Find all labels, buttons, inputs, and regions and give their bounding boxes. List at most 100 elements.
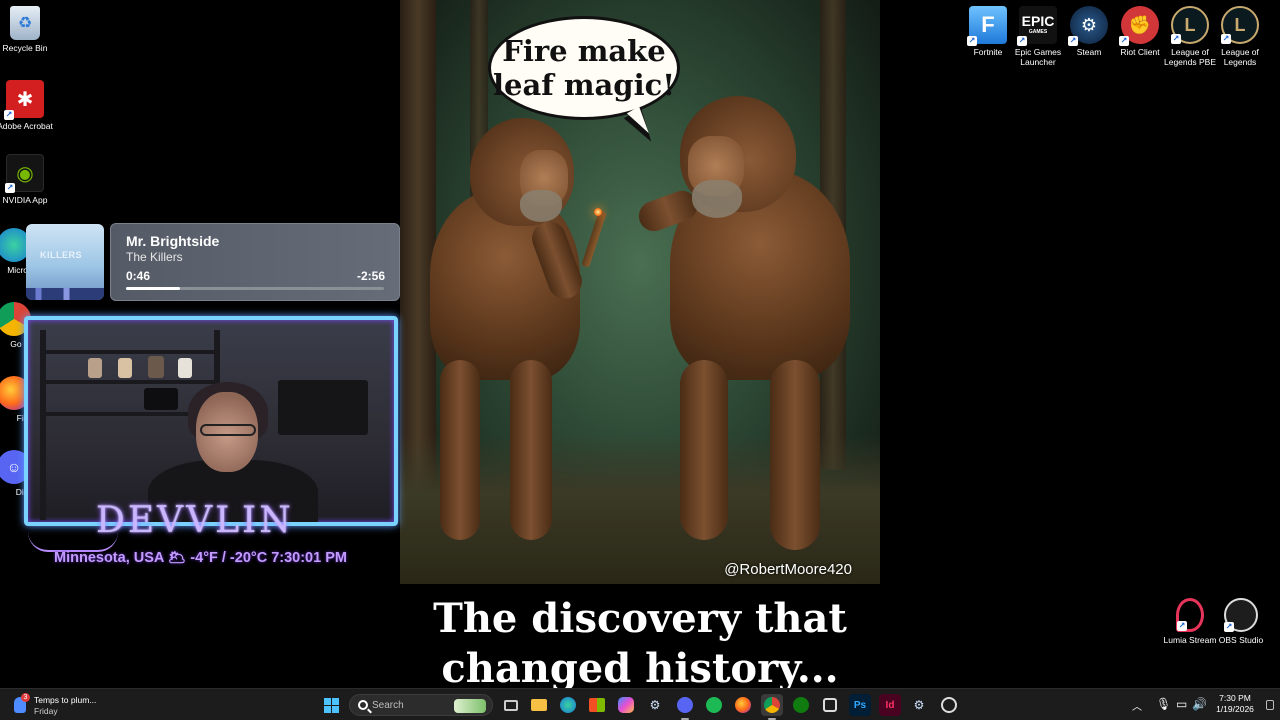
store-button[interactable]: [586, 694, 608, 716]
desktop-icon-nvidia-app[interactable]: ◉ ↗ NVIDIA App: [0, 154, 53, 205]
clock-time: 7:30 PM: [1219, 693, 1251, 703]
meme-caption: The discovery that changed history...: [400, 594, 880, 694]
caption-line1: The discovery that: [433, 595, 847, 642]
folder-icon: [531, 699, 547, 711]
desktop-icon-fortnite[interactable]: F ↗ Fortnite: [960, 6, 1016, 57]
monitor: [278, 380, 368, 435]
copilot-button[interactable]: [615, 694, 637, 716]
figure: [178, 358, 192, 378]
notification-widget[interactable]: 3 Temps to plum... Friday: [12, 693, 122, 717]
shelf-post: [40, 330, 46, 520]
firefox-icon: [735, 697, 751, 713]
epic-games-icon: EPIC GAMES ↗: [1017, 6, 1057, 46]
snipping-tool-button[interactable]: [819, 694, 841, 716]
snipping-tool-icon: [823, 698, 837, 712]
adobe-acrobat-icon: ✱ ↗: [4, 80, 44, 120]
store-icon: [589, 698, 605, 712]
track-artist: The Killers: [126, 250, 183, 264]
discord-icon: [677, 697, 693, 713]
chatgpt-icon: [941, 697, 957, 713]
glasses: [200, 424, 256, 436]
figure: [148, 356, 164, 378]
desktop-icon-epic-games[interactable]: EPIC GAMES ↗ Epic Games Launcher: [1010, 6, 1066, 67]
meme-image: Fire make leaf magic! @RobertMoore420: [400, 0, 880, 584]
edge-icon: [560, 697, 576, 713]
caption-line2: changed history...: [441, 645, 839, 692]
steam-taskbar-button[interactable]: ⚙: [644, 694, 666, 716]
streamer-name: DEVVLIN: [96, 500, 294, 541]
now-playing-widget[interactable]: KILLERS Mr. Brightside The Killers 0:46 …: [24, 222, 400, 302]
xbox-button[interactable]: [790, 694, 812, 716]
chrome-taskbar-button[interactable]: [761, 694, 783, 720]
task-view-button[interactable]: [500, 694, 522, 716]
monitor-speaker: [144, 388, 178, 410]
league-icon: L ↗: [1221, 6, 1259, 44]
riot-client-icon: ✊ ↗: [1119, 6, 1159, 46]
firefox-taskbar-button[interactable]: [732, 694, 754, 716]
indesign-icon: Id: [885, 699, 895, 711]
volume-icon[interactable]: 🔊: [1192, 697, 1207, 711]
speech-text-line2: leaf magic!: [493, 68, 675, 102]
windows-start-icon: [323, 697, 339, 713]
now-playing-panel: Mr. Brightside The Killers 0:46 -2:56: [110, 223, 400, 301]
indesign-button[interactable]: Id: [879, 694, 901, 716]
fortnite-icon: F ↗: [967, 6, 1007, 46]
steam-icon: ⚙: [649, 698, 661, 712]
steam-icon: ⚙: [913, 698, 925, 712]
speech-bubble: Fire make leaf magic!: [488, 16, 680, 148]
task-view-icon: [504, 699, 518, 711]
network-icon[interactable]: ▭: [1176, 697, 1187, 711]
track-progress-fill: [126, 287, 181, 290]
nvidia-icon: ◉ ↗: [5, 154, 44, 193]
desktop-icon-riot-client[interactable]: ✊ ↗ Riot Client: [1112, 6, 1168, 57]
desktop-icon-lumia-stream[interactable]: ↗ Lumia Stream: [1162, 598, 1218, 645]
notification-title: Temps to plum...: [34, 695, 97, 705]
search-icon: [358, 700, 368, 710]
notification-badge: 3: [21, 693, 30, 702]
desktop-icon-recycle-bin[interactable]: ♻ Recycle Bin: [0, 6, 53, 53]
recycle-bin-icon: ♻: [10, 6, 40, 40]
webcam-feed: [24, 316, 398, 526]
desktop-icon-obs-studio[interactable]: ↗ OBS Studio: [1213, 598, 1269, 645]
remaining-time: -2:56: [356, 269, 385, 283]
album-art: KILLERS: [26, 224, 104, 300]
chrome-icon: [764, 697, 780, 713]
search-highlight-art: [454, 699, 486, 713]
system-clock[interactable]: 7:30 PM 1/19/2026: [1210, 693, 1260, 715]
steam-icon: ⚙ ↗: [1068, 6, 1108, 46]
chatgpt-button[interactable]: [938, 694, 960, 716]
chevron-up-icon[interactable]: ︿: [1132, 698, 1142, 713]
notification-center-icon[interactable]: [1266, 700, 1274, 710]
photoshop-icon: Ps: [853, 699, 867, 711]
league-pbe-icon: L ↗: [1171, 6, 1209, 44]
stick-ember: [594, 208, 602, 216]
track-progress-bar[interactable]: [126, 287, 384, 290]
desktop-icon-steam[interactable]: ⚙ ↗ Steam: [1061, 6, 1117, 57]
photoshop-button[interactable]: Ps: [849, 694, 871, 716]
search-box[interactable]: Search: [349, 694, 493, 716]
desktop-icon-league-pbe[interactable]: L ↗ League of Legends PBE: [1162, 6, 1218, 67]
file-explorer-button[interactable]: [528, 694, 550, 716]
spotify-button[interactable]: [703, 694, 725, 716]
desktop-icon-adobe-acrobat[interactable]: ✱ ↗ Adobe Acrobat: [0, 80, 53, 131]
burning-stick: [581, 210, 607, 268]
search-placeholder: Search: [372, 700, 404, 711]
edge-taskbar-button[interactable]: [557, 694, 579, 716]
copilot-icon: [618, 697, 634, 713]
image-credit: @RobertMoore420: [724, 561, 852, 578]
shelf-board: [40, 380, 220, 384]
start-button[interactable]: [320, 694, 342, 716]
taskbar: 3 Temps to plum... Friday Search ⚙ Ps Id…: [0, 688, 1280, 720]
shelf-board: [40, 350, 220, 354]
notification-subtitle: Friday: [34, 706, 58, 716]
microphone-icon[interactable]: 🎙: [1156, 697, 1171, 711]
weather-time-overlay: Minnesota, USA 🌥 -4°F / -20°C 7:30:01 PM: [54, 550, 347, 566]
steam-taskbar-button-2[interactable]: ⚙: [908, 694, 930, 716]
elapsed-time: 0:46: [126, 269, 151, 283]
figure: [88, 358, 102, 378]
desktop: ♻ Recycle Bin ✱ ↗ Adobe Acrobat ◉ ↗ NVIDIA…: [0, 0, 1280, 692]
discord-taskbar-button[interactable]: [674, 694, 696, 720]
desktop-icon-league[interactable]: L ↗ League of Legends: [1212, 6, 1268, 67]
xbox-icon: [793, 697, 809, 713]
track-title: Mr. Brightside: [126, 233, 220, 249]
